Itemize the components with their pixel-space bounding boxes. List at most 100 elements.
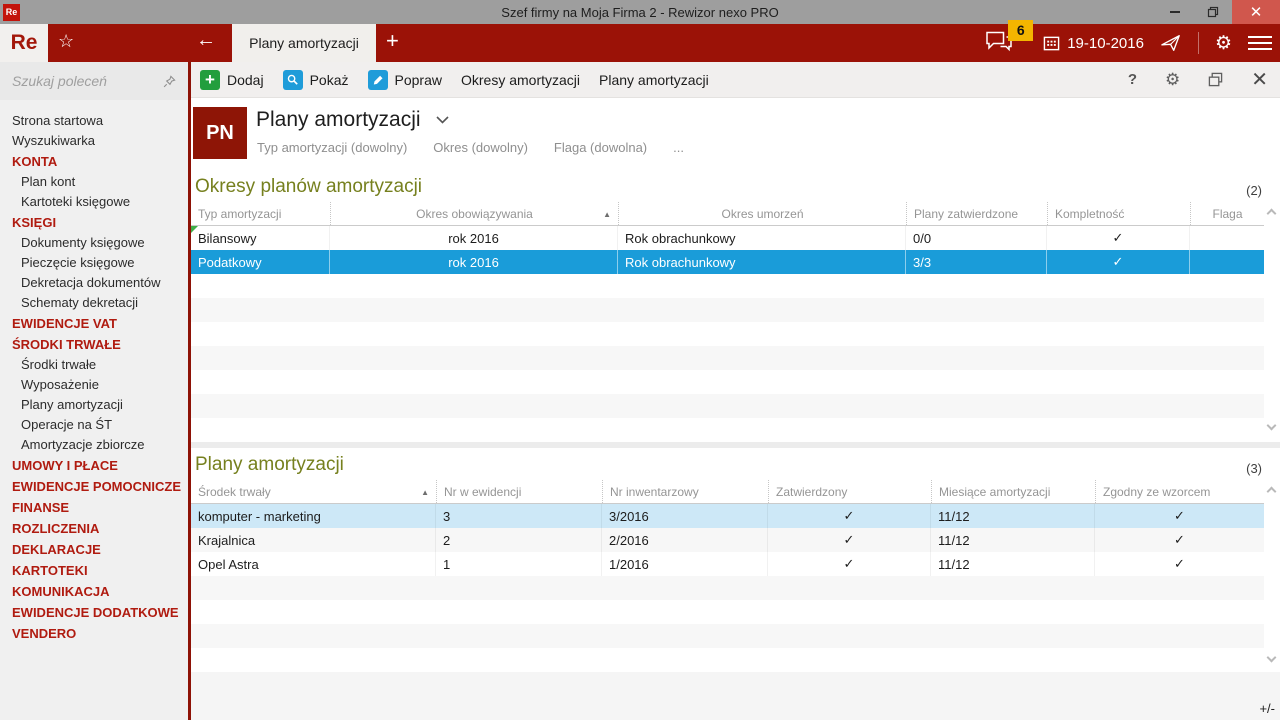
adjust-columns-control[interactable]: +/-	[1259, 701, 1275, 716]
sidebar-item-dokumenty-księgowe[interactable]: Dokumenty księgowe	[0, 232, 188, 252]
module-badge-text: PN	[206, 122, 234, 145]
sidebar-item-plany-amortyzacji[interactable]: Plany amortyzacji	[0, 394, 188, 414]
chevron-down-icon[interactable]	[436, 116, 449, 124]
sidebar-item-wyszukiwarka[interactable]: Wyszukiwarka	[0, 130, 188, 150]
sidebar-item-schematy-dekretacji[interactable]: Schematy dekretacji	[0, 292, 188, 312]
sidebar-item-ewidencje-pomocnicze[interactable]: EWIDENCJE POMOCNICZE	[0, 475, 188, 496]
scroll-down-icon[interactable]	[1267, 421, 1277, 431]
sidebar-nav: Strona startowaWyszukiwarkaKONTAPlan kon…	[0, 100, 188, 643]
send-icon[interactable]	[1160, 33, 1182, 53]
sidebar-item-konta[interactable]: KONTA	[0, 150, 188, 171]
sidebar-item-środki-trwałe[interactable]: ŚRODKI TRWAŁE	[0, 333, 188, 354]
checkmark-icon: ✓	[768, 504, 931, 528]
restore-button[interactable]	[1194, 0, 1232, 24]
sidebar-item-środki-trwałe[interactable]: Środki trwałe	[0, 354, 188, 374]
table-row[interactable]: Podatkowyrok 2016Rok obrachunkowy3/3✓	[191, 250, 1264, 274]
column-header-plany-zatwierdzone[interactable]: Plany zatwierdzone	[906, 202, 1047, 225]
app-window: Re Szef firmy na Moja Firma 2 - Rewizor …	[0, 0, 1280, 720]
sidebar-item-operacje-na-śt[interactable]: Operacje na ŚT	[0, 414, 188, 434]
sidebar-item-ewidencje-dodatkowe[interactable]: EWIDENCJE DODATKOWE	[0, 601, 188, 622]
toolbar-button-plany-amortyzacji[interactable]: Plany amortyzacji	[599, 72, 709, 88]
column-header-zatwierdzony[interactable]: Zatwierdzony	[768, 480, 931, 503]
titlebar: Re Szef firmy na Moja Firma 2 - Rewizor …	[0, 0, 1280, 24]
toolbar-button-okresy-amortyzacji[interactable]: Okresy amortyzacji	[461, 72, 580, 88]
filter-[interactable]: ...	[673, 140, 684, 155]
app-logo[interactable]: Re	[0, 24, 48, 62]
new-tab-button[interactable]: +	[386, 28, 399, 54]
help-button[interactable]: ?	[1128, 71, 1137, 88]
sidebar-item-amortyzacje-zbiorcze[interactable]: Amortyzacje zbiorcze	[0, 434, 188, 454]
section-count: (2)	[1246, 183, 1262, 198]
table-row[interactable]: Krajalnica22/2016✓11/12✓	[191, 528, 1264, 552]
empty-row	[191, 370, 1264, 394]
checkmark-icon: ✓	[1095, 552, 1264, 576]
sidebar-item-rozliczenia[interactable]: ROZLICZENIA	[0, 517, 188, 538]
column-header-nr-inwentarzowy[interactable]: Nr inwentarzowy	[602, 480, 768, 503]
sidebar-item-strona-startowa[interactable]: Strona startowa	[0, 110, 188, 130]
sidebar-item-plan-kont[interactable]: Plan kont	[0, 171, 188, 191]
cascade-windows-icon[interactable]	[1208, 72, 1223, 87]
column-header-typ-amortyzacji[interactable]: Typ amortyzacji	[191, 202, 330, 225]
tab-plany-amortyzacji[interactable]: Plany amortyzacji	[232, 24, 376, 62]
minimize-button[interactable]	[1156, 0, 1194, 24]
toolbar-button-pokaż[interactable]: Pokaż	[283, 70, 349, 90]
date-picker[interactable]: 19-10-2016	[1043, 35, 1144, 52]
minimize-icon	[1170, 11, 1180, 13]
back-arrow-icon[interactable]: ←	[196, 29, 216, 52]
notifications-button[interactable]: 6	[985, 30, 1027, 57]
column-header-flaga[interactable]: Flaga	[1190, 202, 1264, 225]
table-row[interactable]: komputer - marketing33/2016✓11/12✓	[191, 504, 1264, 528]
scroll-down-icon[interactable]	[1267, 653, 1277, 663]
toolbar-button-popraw[interactable]: Popraw	[368, 70, 442, 90]
empty-row	[191, 346, 1264, 370]
sidebar-item-kartoteki-księgowe[interactable]: Kartoteki księgowe	[0, 191, 188, 211]
sidebar-item-kartoteki[interactable]: KARTOTEKI	[0, 559, 188, 580]
close-module-icon[interactable]: ✕	[1251, 70, 1268, 90]
favorites-star-icon[interactable]: ☆	[58, 31, 74, 52]
page-header: PN Plany amortyzacji Typ amortyzacji (do…	[191, 98, 1280, 164]
scroll-up-icon[interactable]	[1267, 487, 1277, 497]
column-header-miesiące-amortyzacji[interactable]: Miesiące amortyzacji	[931, 480, 1095, 503]
settings-gear-icon[interactable]: ⚙	[1215, 34, 1232, 53]
sidebar-item-pieczęcie-księgowe[interactable]: Pieczęcie księgowe	[0, 252, 188, 272]
column-header-okres-obowiązywania[interactable]: Okres obowiązywania▲	[330, 202, 618, 225]
scroll-up-icon[interactable]	[1267, 209, 1277, 219]
filter-typ-amortyzacji-dowolny[interactable]: Typ amortyzacji (dowolny)	[257, 140, 407, 155]
section-plany-amortyzacji: Plany amortyzacji (3) Środek trwały▲Nr w…	[191, 448, 1280, 672]
column-header-kompletność[interactable]: Kompletność	[1047, 202, 1190, 225]
filter-flaga-dowolna[interactable]: Flaga (dowolna)	[554, 140, 647, 155]
command-search[interactable]: Szukaj poleceń	[0, 62, 188, 100]
close-window-button[interactable]: ✕	[1232, 0, 1280, 24]
table-cell: 2	[436, 528, 602, 552]
empty-row	[191, 624, 1264, 648]
sidebar-item-dekretacja-dokumentów[interactable]: Dekretacja dokumentów	[0, 272, 188, 292]
sidebar-item-vendero[interactable]: VENDERO	[0, 622, 188, 643]
module-toolbar: +Dodaj Pokaż Popraw Okresy amortyzacji Plany…	[191, 62, 1280, 98]
sidebar-item-księgi[interactable]: KSIĘGI	[0, 211, 188, 232]
toolbar-button-dodaj[interactable]: +Dodaj	[200, 70, 264, 90]
checkmark-icon: ✓	[1047, 250, 1190, 274]
sidebar-item-komunikacja[interactable]: KOMUNIKACJA	[0, 580, 188, 601]
sidebar-item-umowy-i-płace[interactable]: UMOWY I PŁACE	[0, 454, 188, 475]
section-okresy-planow: Okresy planów amortyzacji (2) Typ amorty…	[191, 164, 1280, 442]
pin-icon[interactable]	[163, 75, 176, 88]
column-header-nr-w-ewidencji[interactable]: Nr w ewidencji	[436, 480, 602, 503]
module-settings-gear-icon[interactable]: ⚙	[1165, 71, 1180, 88]
sidebar-item-finanse[interactable]: FINANSE	[0, 496, 188, 517]
table-row[interactable]: Opel Astra11/2016✓11/12✓	[191, 552, 1264, 576]
column-header-środek-trwały[interactable]: Środek trwały▲	[191, 480, 436, 503]
sidebar-item-ewidencje-vat[interactable]: EWIDENCJE VAT	[0, 312, 188, 333]
column-header-okres-umorzeń[interactable]: Okres umorzeń	[618, 202, 906, 225]
filter-okres-dowolny[interactable]: Okres (dowolny)	[433, 140, 528, 155]
table-row[interactable]: Bilansowyrok 2016Rok obrachunkowy0/0✓	[191, 226, 1264, 250]
page-title-row: Plany amortyzacji	[256, 108, 449, 132]
table-cell: rok 2016	[330, 250, 618, 274]
appbar-right-cluster: 6 19-10-2016 ⚙	[985, 24, 1272, 62]
sidebar-item-wyposażenie[interactable]: Wyposażenie	[0, 374, 188, 394]
sidebar-item-deklaracje[interactable]: DEKLARACJE	[0, 538, 188, 559]
column-header-zgodny-ze-wzorcem[interactable]: Zgodny ze wzorcem	[1095, 480, 1264, 503]
empty-row	[191, 274, 1264, 298]
menu-hamburger-icon[interactable]	[1248, 32, 1272, 54]
table-cell: komputer - marketing	[191, 504, 436, 528]
pencil-icon	[368, 70, 388, 90]
